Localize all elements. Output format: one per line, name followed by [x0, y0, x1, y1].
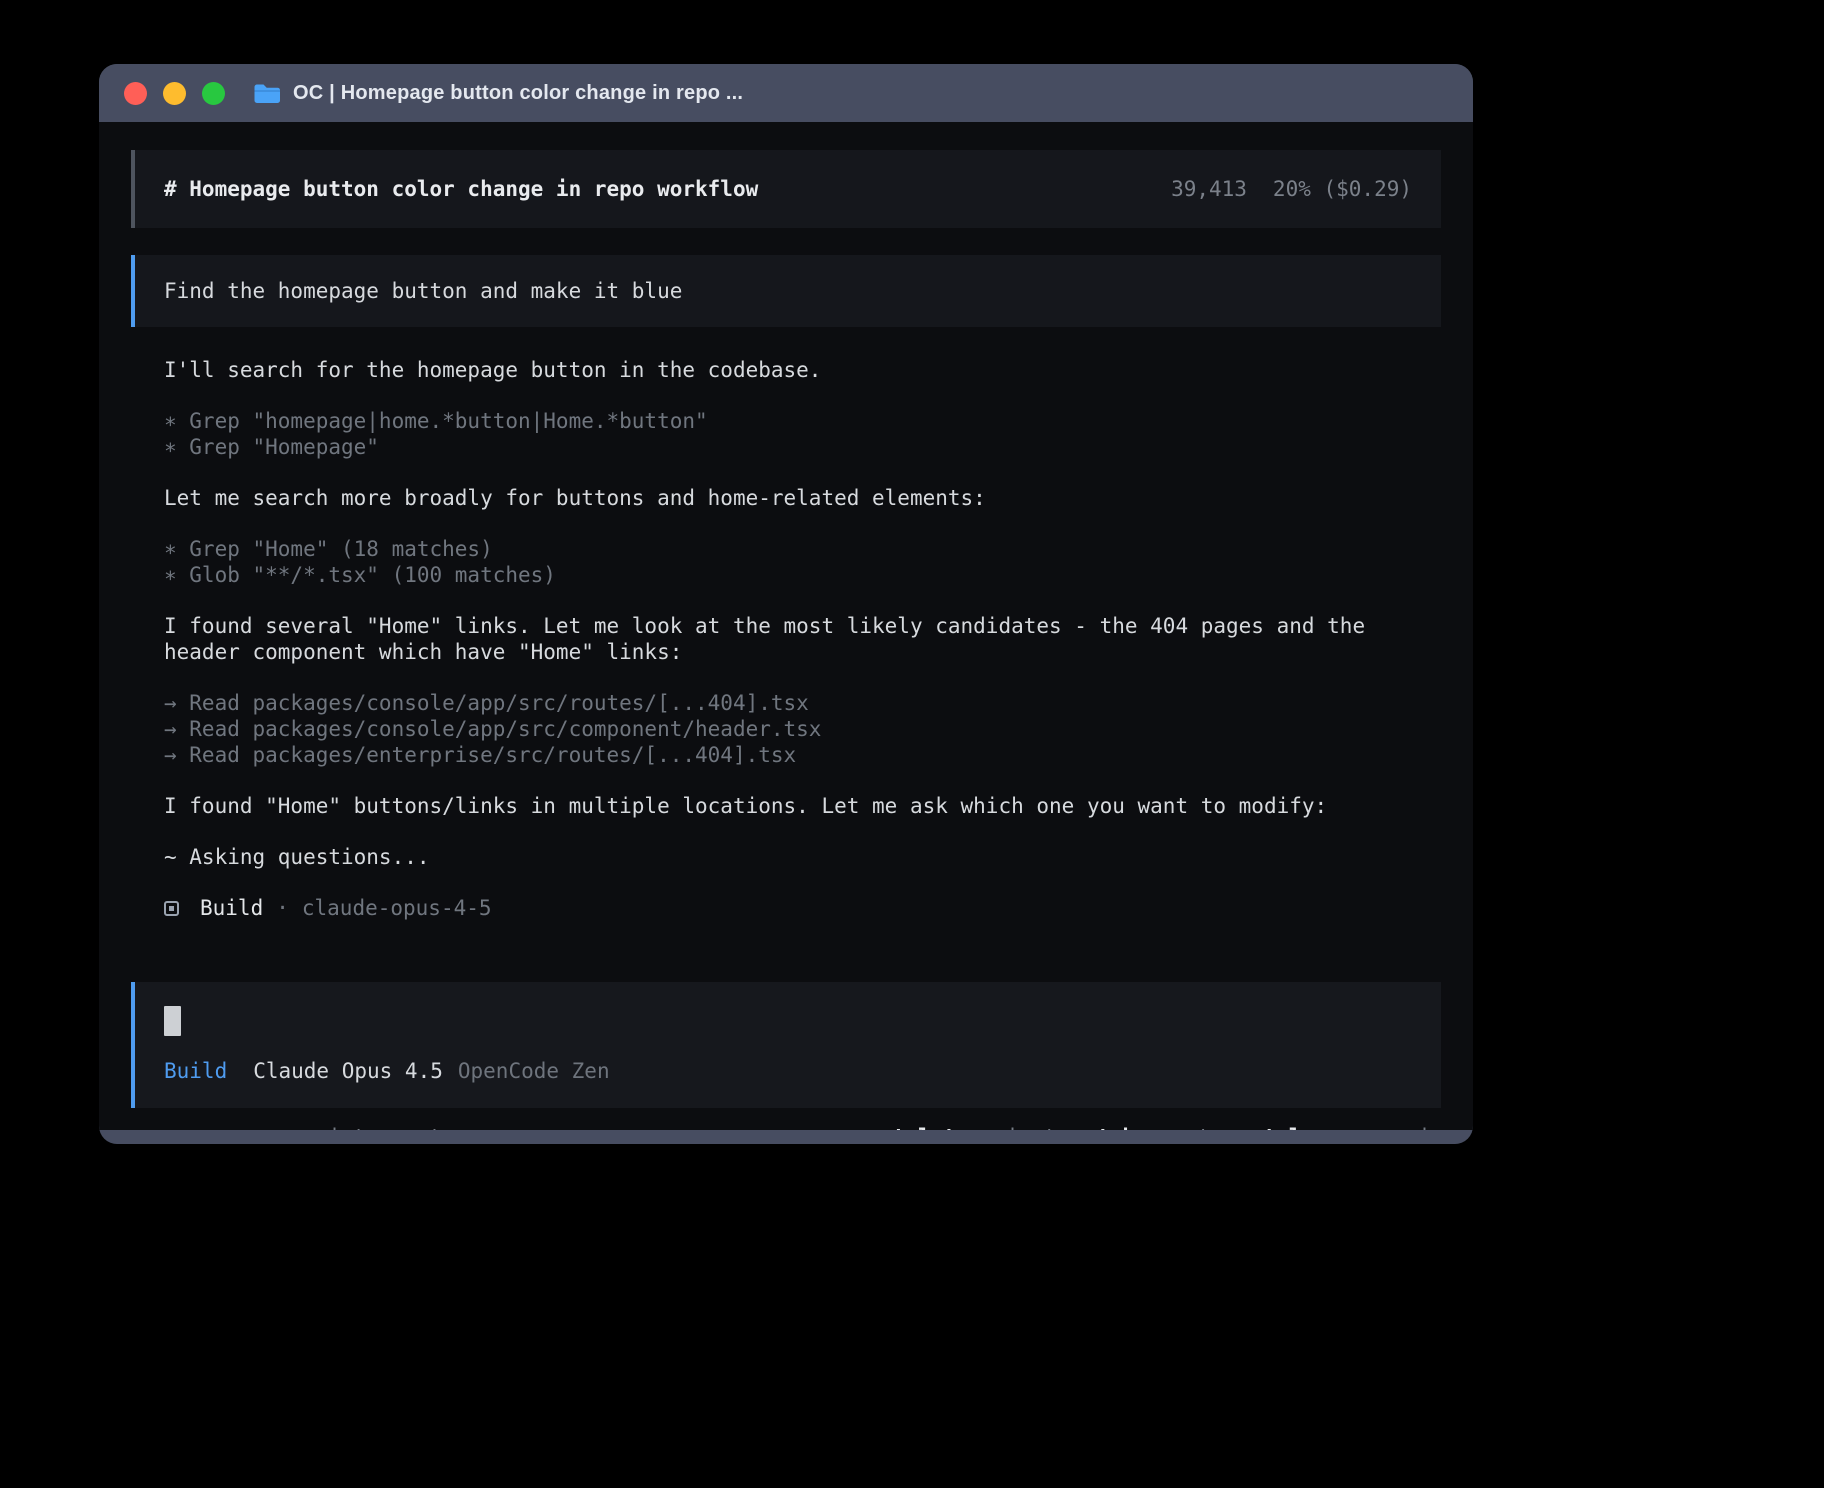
folder-icon [253, 82, 280, 104]
token-count: 39,413 [1171, 176, 1247, 202]
assistant-paragraph: I found "Home" buttons/links in multiple… [164, 793, 1439, 819]
assistant-text: I'll search for the homepage button in t… [164, 357, 1439, 383]
provider-label: OpenCode Zen [458, 1058, 610, 1084]
assistant-text: I found "Home" buttons/links in multiple… [164, 793, 1439, 819]
terminal-window: OC | Homepage button color change in rep… [99, 64, 1473, 1144]
session-header: # Homepage button color change in repo w… [131, 150, 1441, 228]
status-bar-left: esc interrupt [149, 1124, 852, 1130]
tool-call-read: → Read packages/enterprise/src/routes/[.… [164, 742, 1439, 768]
keybind-label: commands [1339, 1124, 1440, 1130]
prompt-input[interactable]: Build Claude Opus 4.5 OpenCode Zen [131, 982, 1441, 1108]
user-message-text: Find the homepage button and make it blu… [164, 278, 682, 304]
keybind-key: ctrl+t [880, 1124, 956, 1130]
keybind-key: ctrl+p [1251, 1124, 1327, 1130]
tool-call-group: → Read packages/console/app/src/routes/[… [164, 690, 1439, 768]
tool-call-group: ∗ Grep "homepage|home.*button|Home.*butt… [164, 408, 1439, 460]
tool-call-read: → Read packages/console/app/src/componen… [164, 716, 1439, 742]
session-title: # Homepage button color change in repo w… [164, 176, 1171, 202]
user-message: Find the homepage button and make it blu… [131, 255, 1441, 327]
asking-questions-status: ~ Asking questions... [164, 844, 1439, 870]
keybind-hint-agents: tab agents [1097, 1124, 1223, 1130]
assistant-paragraph: I found several "Home" links. Let me loo… [164, 613, 1439, 665]
tool-call-grep: ∗ Grep "homepage|home.*button|Home.*butt… [164, 408, 1439, 434]
model-label: Claude Opus 4.5 [253, 1058, 443, 1084]
keybind-key: tab [1097, 1124, 1135, 1130]
keybind-hint-variants: ctrl+t variants [880, 1124, 1069, 1130]
keybind-label: agents [1147, 1124, 1223, 1130]
tool-call-grep: ∗ Grep "Home" (18 matches) [164, 536, 1439, 562]
keybind-label: variants [968, 1124, 1069, 1130]
assistant-paragraph: I'll search for the homepage button in t… [164, 357, 1439, 383]
input-meta: Build Claude Opus 4.5 OpenCode Zen [164, 1058, 1412, 1084]
esc-key-label: interrupt [328, 1124, 442, 1130]
session-stats: 39,413 20% ($0.29) [1171, 176, 1412, 202]
close-button[interactable] [124, 82, 147, 105]
esc-key-hint: esc [278, 1124, 316, 1130]
text-cursor [164, 1006, 181, 1036]
status-bar: esc interrupt ctrl+t variants tab agents… [131, 1108, 1441, 1130]
agent-mode-label: Build [164, 1058, 227, 1084]
tool-call-grep: ∗ Grep "Homepage" [164, 434, 1439, 460]
terminal-content: # Homepage button color change in repo w… [99, 122, 1473, 1130]
tool-call-group: ∗ Grep "Home" (18 matches) ∗ Glob "**/*.… [164, 536, 1439, 588]
agent-model: claude-opus-4-5 [302, 895, 492, 921]
assistant-text: Let me search more broadly for buttons a… [164, 485, 1439, 511]
separator-dot: · [276, 895, 289, 921]
agent-name: Build [200, 895, 263, 921]
agent-status: Build · claude-opus-4-5 [164, 895, 1439, 921]
agent-icon [164, 901, 179, 916]
window-titlebar[interactable]: OC | Homepage button color change in rep… [99, 64, 1473, 122]
keybind-hint-commands: ctrl+p commands [1251, 1124, 1440, 1130]
tool-call-glob: ∗ Glob "**/*.tsx" (100 matches) [164, 562, 1439, 588]
context-usage: 20% ($0.29) [1273, 176, 1412, 202]
tool-call-read: → Read packages/console/app/src/routes/[… [164, 690, 1439, 716]
minimize-button[interactable] [163, 82, 186, 105]
status-bar-right: ctrl+t variants tab agents ctrl+p comman… [852, 1124, 1440, 1130]
window-controls [124, 82, 225, 105]
zoom-button[interactable] [202, 82, 225, 105]
assistant-paragraph: Let me search more broadly for buttons a… [164, 485, 1439, 511]
assistant-text: I found several "Home" links. Let me loo… [164, 613, 1439, 665]
activity-status: ~ Asking questions... [164, 844, 1439, 870]
window-title: OC | Homepage button color change in rep… [293, 82, 743, 105]
conversation: I'll search for the homepage button in t… [131, 357, 1441, 946]
